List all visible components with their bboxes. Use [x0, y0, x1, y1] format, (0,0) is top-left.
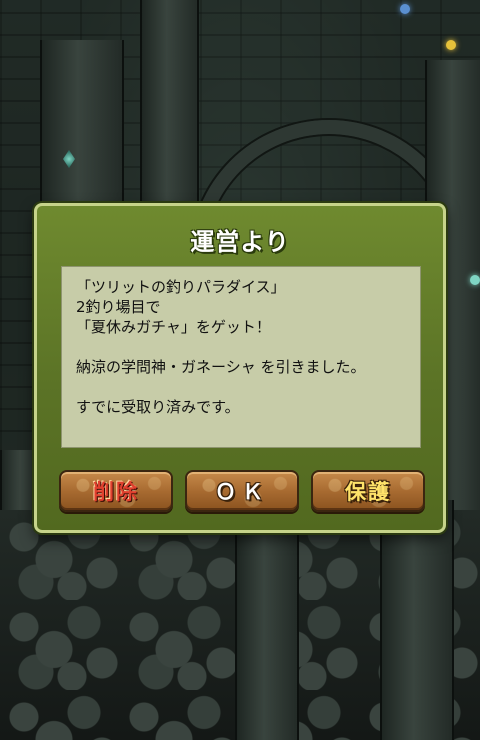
message-line: 「夏休みガチャ」をゲット！ — [76, 318, 271, 336]
background-column-front — [235, 520, 299, 740]
delete-button[interactable]: 削除 — [59, 470, 173, 512]
background-column-front-right — [380, 500, 454, 740]
message-line: 納涼の学問神・ガネーシャ を引きました。 — [76, 358, 366, 376]
message-line: すでに受取り済みです。 — [76, 398, 240, 416]
protect-button[interactable]: 保護 — [311, 470, 425, 512]
message-spacer — [76, 377, 406, 397]
message-spacer — [76, 337, 406, 357]
notice-dialog: 運営より 「ツリットの釣りパラダイス」 2釣り場目で 「夏休みガチャ」をゲット！… — [34, 203, 446, 533]
message-line: 「ツリットの釣りパラダイス」 — [76, 278, 286, 296]
ok-button[interactable]: ＯＫ — [185, 470, 299, 512]
dialog-title: 運営より — [190, 228, 290, 256]
game-screen: 運営より 「ツリットの釣りパラダイス」 2釣り場目で 「夏休みガチャ」をゲット！… — [0, 0, 480, 740]
gem-icon — [446, 40, 456, 50]
gem-icon — [400, 4, 410, 14]
gem-icon — [470, 275, 480, 285]
message-line: 2釣り場目で — [76, 298, 161, 316]
message-box: 「ツリットの釣りパラダイス」 2釣り場目で 「夏休みガチャ」をゲット！ 納涼の学… — [61, 266, 421, 448]
